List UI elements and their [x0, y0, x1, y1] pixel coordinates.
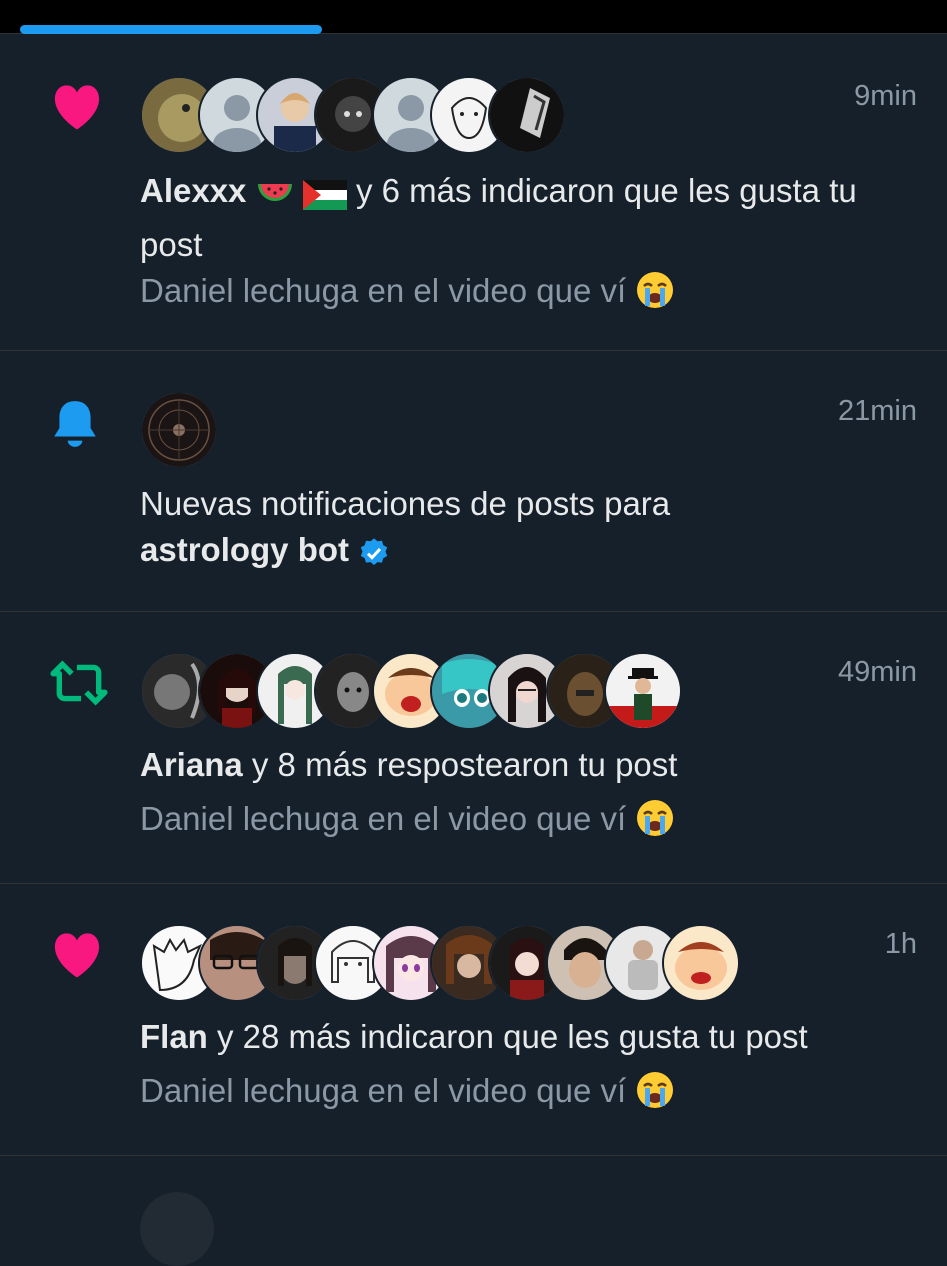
heart-icon — [50, 82, 108, 134]
avatar[interactable] — [488, 76, 566, 154]
timestamp: 9min — [854, 80, 917, 112]
actor-name[interactable]: Flan — [140, 1018, 208, 1055]
loudly-crying-face-emoji — [635, 270, 675, 318]
like-description: y 6 más indicaron que les gusta tu post — [140, 172, 857, 263]
verified-badge-icon — [358, 535, 390, 581]
loudly-crying-face-emoji — [635, 798, 675, 846]
post-alert-description: Nuevas notificaciones de posts para — [140, 485, 671, 522]
notification-text: Ariana y 8 más respostearon tu post — [140, 742, 907, 788]
notification-text: Alexxx y 6 más indicaron que les gusta t… — [140, 168, 907, 268]
post-preview[interactable]: Daniel lechuga en el video que ví — [140, 270, 675, 318]
timestamp: 1h — [884, 928, 917, 960]
post-preview[interactable]: Daniel lechuga en el video que ví — [140, 798, 675, 846]
notification-text: Flan y 28 más indicaron que les gusta tu… — [140, 1014, 907, 1060]
notification-text: Nuevas notificaciones de posts para astr… — [140, 481, 907, 581]
post-text: Daniel lechuga en el video que ví — [140, 1072, 627, 1109]
avatar[interactable] — [140, 391, 218, 469]
palestine-flag-emoji — [302, 176, 347, 222]
post-text: Daniel lechuga en el video que ví — [140, 272, 627, 309]
avatar-stack — [140, 652, 682, 730]
actor-name[interactable]: astrology bot — [140, 531, 349, 568]
heart-icon — [50, 930, 108, 982]
notification-like-2[interactable]: 1h Flan y 28 más indicaron que les gusta… — [0, 884, 947, 1156]
avatar[interactable] — [662, 924, 740, 1002]
avatar-stack — [140, 76, 566, 154]
avatar[interactable] — [604, 652, 682, 730]
notification-repost[interactable]: 49min Ariana y 8 más respostearon tu pos… — [0, 612, 947, 884]
avatar-stack — [140, 391, 218, 469]
post-text: Daniel lechuga en el video que ví — [140, 800, 627, 837]
post-preview[interactable]: Daniel lechuga en el video que ví — [140, 1070, 675, 1118]
like-description: y 28 más indicaron que les gusta tu post — [217, 1018, 808, 1055]
loudly-crying-face-emoji — [635, 1070, 675, 1118]
notification-next-partial[interactable] — [0, 1156, 947, 1266]
active-tab-indicator — [20, 25, 322, 34]
watermelon-emoji — [256, 176, 294, 222]
timestamp: 21min — [838, 395, 917, 427]
avatar[interactable] — [140, 1192, 214, 1266]
timestamp: 49min — [838, 656, 917, 688]
repost-description: y 8 más respostearon tu post — [251, 746, 678, 783]
notification-post-alert[interactable]: 21min Nuevas notificaciones de posts par… — [0, 351, 947, 612]
avatar-stack — [140, 924, 740, 1002]
actor-name[interactable]: Alexxx — [140, 172, 246, 209]
actor-name[interactable]: Ariana — [140, 746, 243, 783]
notification-like-1[interactable]: 9min Alexxx y 6 más indicaron que les gu… — [0, 34, 947, 351]
bell-icon — [50, 397, 108, 449]
top-tab-bar — [0, 0, 947, 34]
repost-icon — [50, 660, 108, 712]
